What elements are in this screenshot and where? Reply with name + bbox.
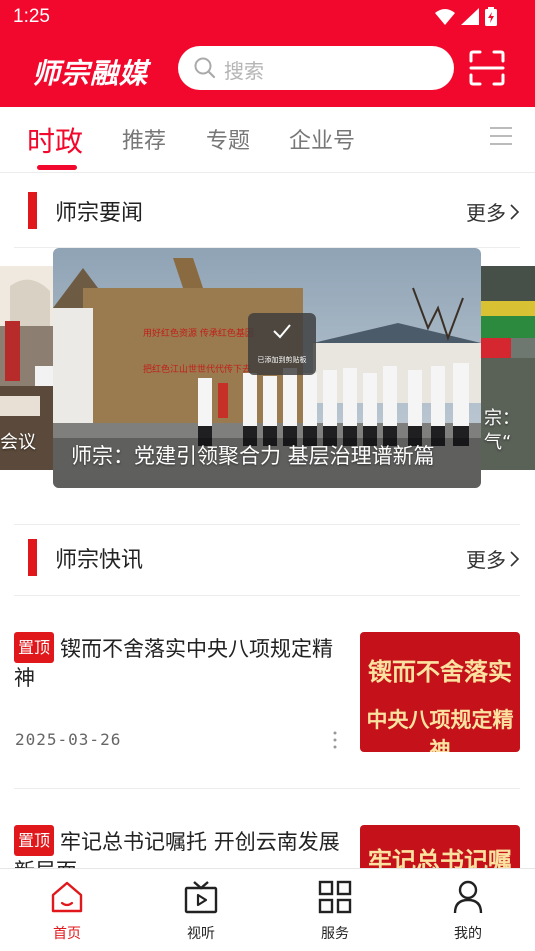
svg-text:把红色江山世世代代传下去: 把红色江山世世代代传下去 [143,363,251,375]
nav-label: 我的 [454,926,482,942]
more-link[interactable]: 更多 [466,197,520,226]
clipboard-toast: 已添加到剪贴板 [248,313,316,375]
section-marker [28,539,37,576]
tab-qiyehao[interactable]: 企业号 [289,123,355,155]
nav-label: 视听 [187,926,215,942]
news-thumbnail: 锲而不舍落实 中央八项规定精神 [360,632,520,752]
section-marker [28,192,37,229]
tab-tuijian[interactable]: 推荐 [122,123,166,155]
thumb-text-line1: 牢记总书记嘱托 [368,846,512,868]
divider [14,595,520,596]
more-label: 更多 [466,201,506,225]
thumb-text-line1: 锲而不舍落实 [368,657,512,686]
signal-icon [461,8,479,25]
section-header-news: 师宗要闻 更多 [14,173,520,249]
nav-video[interactable]: 视听 [134,869,268,951]
battery-icon [485,7,497,26]
news-item[interactable]: 置顶牢记总书记嘱托 开创云南发展新局面 牢记总书记嘱托 [14,825,520,868]
thumb-text-line2: 中央八项规定精神 [366,707,514,752]
nav-services[interactable]: 服务 [268,869,402,951]
divider [14,788,520,789]
status-icons [435,7,497,26]
pinned-badge: 置顶 [14,632,55,663]
tab-zhuanti[interactable]: 专题 [206,123,250,155]
slide-main-caption: 师宗：党建引领聚合力 基层治理谱新篇 [71,444,435,468]
grid-icon [318,880,352,914]
carousel-slide-next[interactable]: 宗： 气“ [481,266,535,470]
search-placeholder: 搜索 [224,59,264,83]
slide-prev-caption: 会议 [0,432,36,453]
search-icon [194,57,216,79]
section-header-flash: 师宗快讯 更多 [14,520,520,596]
chevron-right-icon [510,550,520,567]
menu-icon[interactable] [490,126,512,146]
nav-profile[interactable]: 我的 [401,869,535,951]
slide-next-caption-2: 气“ [484,432,512,453]
chevron-right-icon [510,203,520,220]
news-title: 置顶牢记总书记嘱托 开创云南发展新局面 [14,825,344,868]
pinned-badge: 置顶 [14,825,55,856]
news-title-text: 牢记总书记嘱托 开创云南发展新局面 [14,830,340,868]
news-title: 置顶 锲而不舍落实中央八项规定精神 [14,632,344,693]
wifi-icon [435,8,455,25]
toast-text: 已添加到剪贴板 [257,356,307,364]
more-label: 更多 [466,548,506,572]
tab-active-indicator [37,165,77,170]
carousel-slide-prev[interactable]: 会议 [0,266,55,470]
section-title: 师宗要闻 [55,201,144,226]
status-time: 1:25 [13,6,50,27]
svg-text:用好红色资源 传承红色基因: 用好红色资源 传承红色基因 [143,327,254,339]
news-title-text: 锲而不舍落实中央八项规定精神 [14,637,334,690]
more-options-icon[interactable] [332,730,338,750]
channel-tabs: 时政 推荐 专题 企业号 [0,107,535,173]
slide-next-caption-1: 宗： [484,408,520,429]
search-input[interactable]: 搜索 [178,46,454,90]
nav-label: 首页 [53,926,81,942]
status-bar: 1:25 [0,0,535,34]
scan-icon[interactable] [469,50,505,86]
app-logo: 师宗融媒 [32,57,149,90]
tab-shizheng[interactable]: 时政 [27,120,83,160]
home-icon [51,881,83,913]
section-title: 师宗快讯 [55,548,144,573]
video-icon [184,881,218,914]
check-icon [273,324,291,339]
news-date: 2025-03-26 [15,730,122,749]
news-item[interactable]: 置顶 锲而不舍落实中央八项规定精神 2025-03-26 锲而不舍落实 中央八项规… [14,632,520,772]
app-header: 1:25 师宗融媒 搜索 [0,0,535,107]
nav-home[interactable]: 首页 [0,869,134,951]
more-link[interactable]: 更多 [466,544,520,573]
nav-label: 服务 [321,926,349,942]
user-icon [453,880,483,914]
news-thumbnail: 牢记总书记嘱托 [360,825,520,868]
bottom-nav: 首页 视听 服务 我的 [0,868,535,951]
